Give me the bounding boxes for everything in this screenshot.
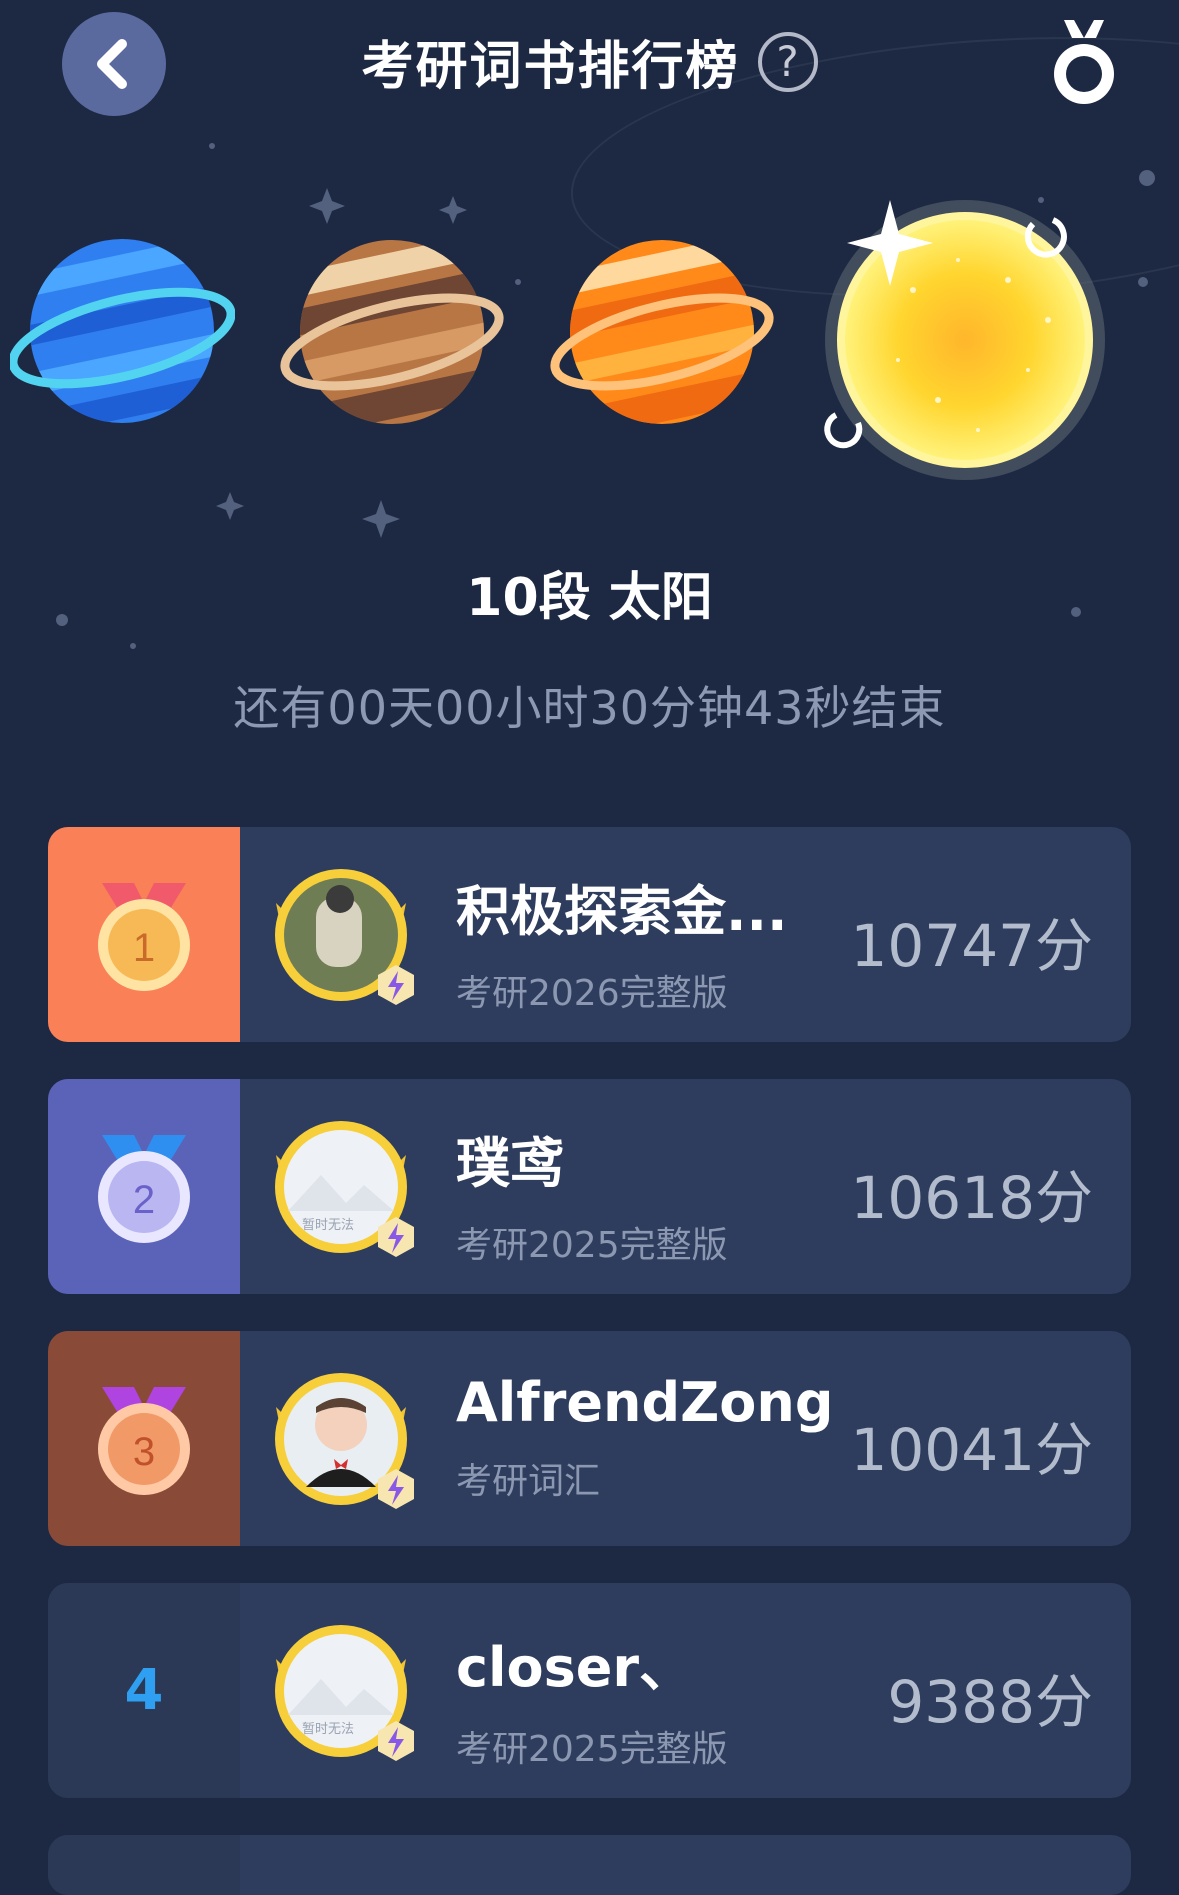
avatar-caption: 暂时无法 [302, 1722, 354, 1737]
rank-number: 4 [124, 1658, 164, 1723]
rank-cell: 1 [48, 827, 240, 1042]
score: 9388分 [887, 1668, 1093, 1736]
rank-cell: 4 [48, 1583, 240, 1798]
user-info: AlfrendZong 考研词汇 [456, 1371, 834, 1504]
avatar: 暂时无法 [275, 1121, 414, 1257]
book-name: 考研2026完整版 [456, 973, 728, 1014]
avatar-caption: 暂时无法 [302, 1218, 354, 1233]
ranking-row[interactable]: 3 AlfrendZong 考研词汇 10041分 [48, 1331, 1131, 1546]
user-info: 积极探索金... 考研2026完整版 [456, 867, 788, 1016]
bronze-medal-icon: 3 [98, 1386, 190, 1495]
score: 10618分 [850, 1164, 1093, 1232]
book-name: 考研2025完整版 [456, 1729, 728, 1770]
ranking-row[interactable]: 2 暂时无法 璞鸢 考研2025完整版 10618分 [48, 1079, 1131, 1294]
orange-planet [550, 240, 774, 424]
svg-text:2: 2 [133, 1178, 155, 1222]
user-name: 积极探索金... [456, 880, 788, 943]
gold-medal-icon: 1 [98, 882, 190, 991]
rank-cell: 2 [48, 1079, 240, 1294]
ranking-list: 1 积极探索金... 考研2026完整版 10747分 2 暂时无法 璞鸢 考研… [48, 827, 1131, 1895]
ranking-row[interactable]: 1 积极探索金... 考研2026完整版 10747分 [48, 827, 1131, 1042]
book-name: 考研2025完整版 [456, 1225, 728, 1266]
tier-name: 10段 太阳 [466, 568, 713, 628]
countdown-text: 还有00天00小时30分钟43秒结束 [233, 681, 946, 735]
ranking-row-partial[interactable] [48, 1835, 1131, 1895]
sun-planet [824, 200, 1105, 480]
ranking-row[interactable]: 4 暂时无法 closer、 考研2025完整版 9388分 [48, 1583, 1131, 1798]
avatar [275, 1373, 414, 1509]
help-icon[interactable]: ? [757, 31, 818, 92]
avatar: 暂时无法 [275, 1625, 414, 1761]
header: 考研词书排行榜 ? [0, 24, 1179, 99]
rank-cell [48, 1835, 240, 1895]
user-name: closer、 [456, 1636, 694, 1699]
user-name: AlfrendZong [456, 1371, 834, 1434]
user-name: 璞鸢 [456, 1132, 564, 1195]
user-info: closer、 考研2025完整版 [456, 1623, 728, 1772]
svg-text:3: 3 [133, 1430, 155, 1474]
svg-text:1: 1 [133, 926, 155, 970]
user-info: 璞鸢 考研2025完整版 [456, 1119, 728, 1268]
brown-planet [280, 240, 504, 424]
medal-icon[interactable] [1046, 16, 1122, 112]
score: 10747分 [850, 912, 1093, 980]
score: 10041分 [850, 1416, 1093, 1484]
silver-medal-icon: 2 [98, 1134, 190, 1243]
blue-planet [10, 239, 235, 423]
page-title: 考研词书排行榜 [361, 37, 740, 97]
rank-cell: 3 [48, 1331, 240, 1546]
avatar [275, 869, 414, 1005]
book-name: 考研词汇 [456, 1461, 601, 1502]
